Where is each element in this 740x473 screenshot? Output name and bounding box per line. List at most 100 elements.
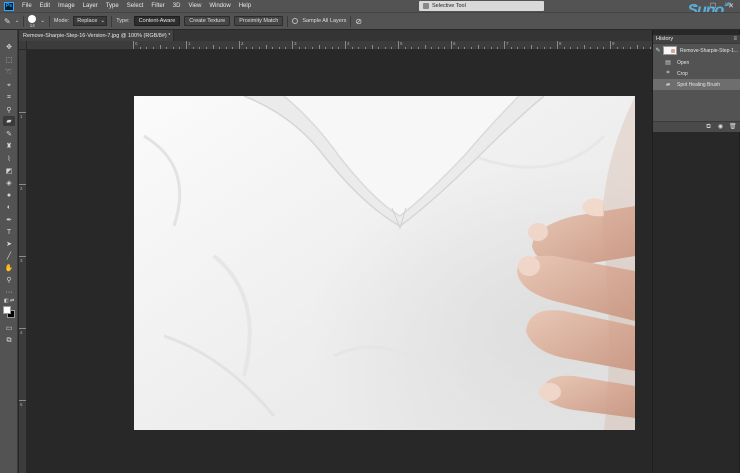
ruler-minor-tick bbox=[444, 47, 446, 49]
menu-select[interactable]: Select bbox=[123, 0, 148, 12]
document-tab-title: Remove-Sharpie-Step-16-Version-7.jpg @ 1… bbox=[23, 32, 171, 39]
menu-view[interactable]: View bbox=[184, 0, 205, 12]
quick-mask-icon[interactable]: ▭ bbox=[3, 323, 15, 333]
panel-menu-icon[interactable]: ≡ bbox=[733, 36, 737, 42]
marquee-tool-icon[interactable]: ⬚ bbox=[3, 55, 15, 65]
ruler-minor-tick bbox=[583, 45, 585, 49]
ruler-minor-tick bbox=[199, 47, 201, 49]
tool-preset-icon[interactable]: ✎ bbox=[4, 17, 11, 26]
type-label: Type: bbox=[116, 18, 130, 24]
chevron-down-icon[interactable]: ⌄ bbox=[15, 18, 20, 24]
sample-all-layers-checkbox[interactable] bbox=[292, 18, 299, 24]
snapshot-label: Remove-Sharpie-Step-1... bbox=[680, 47, 739, 54]
history-item-crop[interactable]: ⌗ Crop bbox=[653, 68, 740, 79]
proximity-match-button[interactable]: Proximity Match bbox=[234, 16, 284, 26]
dodge-tool-icon[interactable]: ◐ bbox=[3, 202, 15, 212]
quick-select-tool-icon[interactable]: ⌖ bbox=[3, 80, 15, 90]
menu-window[interactable]: Window bbox=[205, 0, 234, 12]
ruler-minor-tick bbox=[537, 47, 539, 49]
ruler-number: 3 bbox=[294, 41, 297, 46]
path-select-icon[interactable]: ➤ bbox=[3, 239, 15, 249]
pressure-size-icon[interactable]: ⊘ bbox=[355, 17, 362, 26]
more-tools-icon[interactable]: ··· bbox=[3, 287, 15, 297]
menu-edit[interactable]: Edit bbox=[36, 0, 54, 12]
ruler-tick bbox=[557, 41, 558, 49]
ruler-tick bbox=[19, 184, 26, 185]
spot-healing-brush-icon[interactable]: ▰ bbox=[3, 116, 15, 126]
history-panel-title[interactable]: History bbox=[656, 36, 673, 42]
menu-type[interactable]: Type bbox=[102, 0, 123, 12]
menu-image[interactable]: Image bbox=[54, 0, 79, 12]
menu-3d[interactable]: 3D bbox=[169, 0, 185, 12]
history-snapshot[interactable]: ✎ Remove-Sharpie-Step-1... bbox=[653, 44, 740, 57]
move-tool-icon[interactable]: ✥ bbox=[3, 42, 15, 52]
divider bbox=[111, 15, 113, 27]
type-tool-icon[interactable]: T bbox=[3, 227, 15, 237]
clone-stamp-icon[interactable]: ♜ bbox=[3, 141, 15, 151]
eyedropper-tool-icon[interactable]: ⚲ bbox=[3, 105, 15, 115]
blur-tool-icon[interactable]: ● bbox=[3, 190, 15, 200]
pen-tool-icon[interactable]: ✒ bbox=[3, 215, 15, 225]
crop-tool-icon[interactable]: ⌗ bbox=[3, 92, 15, 102]
ruler-number: 7 bbox=[506, 41, 509, 46]
foreground-color-swatch[interactable] bbox=[3, 306, 11, 314]
ruler-number: 4 bbox=[347, 41, 350, 46]
content-aware-button[interactable]: Content-Aware bbox=[133, 16, 181, 26]
menu-layer[interactable]: Layer bbox=[79, 0, 102, 12]
default-colors-icon[interactable]: ◧ ⇄ bbox=[3, 298, 15, 304]
ruler-tick bbox=[186, 41, 187, 49]
history-brush-icon[interactable]: ⌇ bbox=[3, 154, 15, 164]
menu-file[interactable]: File bbox=[18, 0, 36, 12]
ruler-minor-tick bbox=[331, 47, 333, 49]
camera-icon[interactable]: ◉ bbox=[717, 124, 724, 131]
paint-bucket-icon[interactable]: ◈ bbox=[3, 178, 15, 188]
ruler-number: 4 bbox=[20, 330, 23, 335]
history-item-label: Open bbox=[677, 59, 690, 66]
ruler-minor-tick bbox=[212, 45, 214, 49]
ruler-number: 1 bbox=[20, 114, 23, 119]
ruler-tick bbox=[19, 328, 26, 329]
history-brush-source-icon[interactable]: ✎ bbox=[653, 45, 663, 56]
brush-picker[interactable]: 14 bbox=[28, 14, 37, 28]
history-item-open[interactable]: ▤ Open bbox=[653, 57, 740, 68]
ruler-minor-tick bbox=[490, 47, 492, 49]
ruler-horizontal[interactable]: 0 1 2 3 4 5 6 7 8 9 bbox=[27, 41, 652, 50]
new-document-from-state-icon[interactable]: ⧉ bbox=[705, 124, 712, 131]
mode-select[interactable]: Replace ⌄ bbox=[73, 16, 108, 26]
ruler-minor-tick bbox=[146, 47, 148, 49]
ruler-minor-tick bbox=[477, 45, 479, 49]
history-brush-slot bbox=[653, 79, 663, 90]
eraser-tool-icon[interactable]: ◩ bbox=[3, 166, 15, 176]
ruler-minor-tick bbox=[636, 45, 638, 49]
brush-tool-icon[interactable]: ✎ bbox=[3, 129, 15, 139]
screen-mode-icon[interactable]: ⧉ bbox=[3, 335, 15, 345]
selective-tool-bar[interactable]: Selective Tool bbox=[419, 1, 544, 11]
ruler-minor-tick bbox=[391, 47, 393, 49]
menu-filter[interactable]: Filter bbox=[147, 0, 168, 12]
ruler-minor-tick bbox=[205, 47, 207, 49]
ruler-vertical[interactable]: 1 2 3 4 5 bbox=[19, 50, 27, 473]
brush-chevron-icon[interactable]: ⌄ bbox=[40, 18, 45, 24]
ruler-minor-tick bbox=[417, 47, 419, 49]
ruler-minor-tick bbox=[530, 45, 532, 49]
create-texture-button[interactable]: Create Texture bbox=[184, 16, 231, 26]
shape-tool-icon[interactable]: ╱ bbox=[3, 251, 15, 261]
ruler-number: 3 bbox=[20, 258, 23, 263]
trash-icon[interactable]: 🗑 bbox=[729, 124, 737, 131]
hand-tool-icon[interactable]: ✋ bbox=[3, 263, 15, 273]
menu-help[interactable]: Help bbox=[235, 0, 255, 12]
ruler-minor-tick bbox=[649, 47, 651, 49]
document-tab[interactable]: Remove-Sharpie-Step-16-Version-7.jpg @ 1… bbox=[19, 30, 180, 41]
document-image[interactable] bbox=[134, 96, 635, 430]
zoom-tool-icon[interactable]: ⚲ bbox=[3, 275, 15, 285]
ruler-minor-tick bbox=[285, 47, 287, 49]
ruler-number: 9 bbox=[612, 41, 615, 46]
ruler-minor-tick bbox=[464, 47, 466, 49]
ruler-tick bbox=[451, 41, 452, 49]
history-item-spot-healing[interactable]: ▰ Spot Healing Brush bbox=[653, 79, 740, 90]
brush-size-label: 14 bbox=[29, 22, 35, 28]
ruler-minor-tick bbox=[371, 45, 373, 49]
ruler-minor-tick bbox=[219, 47, 221, 49]
ruler-minor-tick bbox=[278, 47, 280, 49]
lasso-tool-icon[interactable]: ➰ bbox=[3, 67, 15, 77]
